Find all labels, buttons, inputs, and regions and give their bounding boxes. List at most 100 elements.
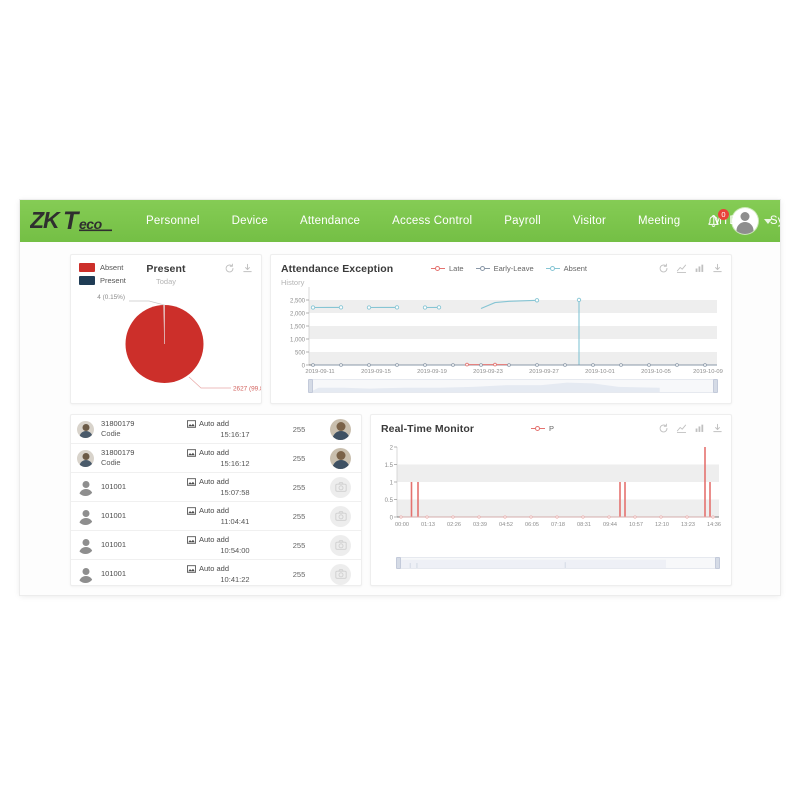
- row-capture-placeholder[interactable]: [330, 476, 351, 498]
- photo-icon: [187, 564, 196, 573]
- table-row[interactable]: 101001 Auto add 10:54:00 255: [71, 531, 361, 560]
- row-value: 255: [292, 424, 306, 434]
- photo-icon: [187, 535, 196, 544]
- pie-svg: 4 (0.15%) 2627 (99.85%): [97, 294, 261, 393]
- bar-chart-icon[interactable]: [694, 423, 705, 434]
- svg-text:500: 500: [295, 351, 306, 357]
- svg-text:2019-10-09: 2019-10-09: [693, 369, 723, 375]
- row-time: 11:04:41: [220, 517, 250, 526]
- nav-item-attendance[interactable]: Attendance: [284, 200, 376, 242]
- monitor-datazoom-slider[interactable]: [396, 557, 720, 569]
- row-thumb-cell: [323, 418, 355, 440]
- datazoom-handle-left[interactable]: [396, 557, 401, 569]
- legend-marker-absent: [545, 265, 560, 273]
- row-employee-id: 31800179: [101, 448, 135, 457]
- camera-icon: [334, 569, 347, 579]
- monitor-header: Real-Time Monitor P: [381, 423, 723, 439]
- row-time: 10:41:22: [220, 575, 250, 584]
- avatar: [77, 566, 94, 583]
- user-avatar[interactable]: [732, 208, 758, 234]
- row-event: Auto add 10:54:00: [187, 534, 275, 556]
- real-time-monitor-card: Real-Time Monitor P 0 0.5 1 1.5 2 00:00 …: [370, 414, 732, 586]
- nav-item-meeting[interactable]: Meeting: [622, 200, 696, 242]
- zkteco-logo[interactable]: ZK T eco: [30, 206, 122, 236]
- table-row[interactable]: 101001 Auto add 10:41:22 255: [71, 560, 361, 585]
- monitor-toolbar: [658, 423, 723, 434]
- svg-text:1,500: 1,500: [290, 325, 306, 331]
- nav-item-visitor[interactable]: Visitor: [557, 200, 622, 242]
- datazoom-preview: [310, 382, 660, 392]
- svg-text:1,000: 1,000: [290, 338, 306, 344]
- row-capture-thumbnail[interactable]: [330, 447, 351, 469]
- nav-item-personnel[interactable]: Personnel: [130, 200, 216, 242]
- datazoom-preview: [398, 559, 667, 568]
- avatar: [77, 449, 94, 467]
- avatar: [77, 420, 94, 438]
- camera-icon: [334, 540, 347, 550]
- row-capture-placeholder[interactable]: [330, 563, 351, 585]
- avatar-body-shape: [736, 222, 754, 234]
- svg-text:09:44: 09:44: [603, 522, 617, 528]
- present-toolbar: [224, 263, 253, 274]
- legend-item-early-leave[interactable]: Early-Leave: [475, 264, 534, 273]
- exception-chart-svg: 0 500 1,000 1,500 2,000 2,500 2019-09-11…: [290, 287, 723, 375]
- notifications-button[interactable]: 0: [706, 209, 729, 232]
- row-employee-id: 101001: [101, 511, 127, 520]
- row-thumb-cell: [323, 563, 355, 585]
- refresh-icon[interactable]: [224, 263, 235, 274]
- exception-datazoom-slider[interactable]: [308, 379, 718, 393]
- photo-icon: [187, 448, 196, 457]
- svg-text:2,000: 2,000: [290, 312, 306, 318]
- row-value: 255: [292, 540, 306, 550]
- photo-icon: [187, 506, 196, 515]
- legend-item-late[interactable]: Late: [431, 264, 464, 273]
- datazoom-handle-right[interactable]: [713, 379, 718, 393]
- row-time: 15:07:58: [220, 488, 250, 497]
- bar-chart-icon[interactable]: [694, 263, 705, 274]
- events-list[interactable]: 31800179 Codie Auto add 15:16:17 255 318…: [71, 415, 361, 585]
- table-row[interactable]: 31800179 Codie Auto add 15:1: [71, 415, 361, 444]
- header-actions: 0: [706, 200, 772, 242]
- line-chart-icon[interactable]: [676, 263, 687, 274]
- table-row[interactable]: 31800179 Codie Auto add 15:1: [71, 444, 361, 473]
- pie-label-big-text: 2627 (99.85%): [233, 386, 261, 393]
- photo-icon: [187, 477, 196, 486]
- svg-text:12:10: 12:10: [655, 522, 669, 528]
- row-thumb-cell: [323, 447, 355, 469]
- legend-marker-p: [531, 425, 545, 433]
- main-navigation: Personnel Device Attendance Access Contr…: [130, 200, 780, 242]
- exception-header: Attendance Exception History Late Early-…: [281, 263, 723, 287]
- svg-text:0: 0: [390, 516, 394, 522]
- download-icon[interactable]: [242, 263, 253, 274]
- present-card: Absent Present Present Today 4 (0.15%) 2…: [70, 254, 262, 404]
- svg-text:00:00: 00:00: [395, 522, 409, 528]
- datazoom-handle-right[interactable]: [715, 557, 720, 569]
- chevron-down-icon[interactable]: [764, 218, 772, 224]
- nav-item-access-control[interactable]: Access Control: [376, 200, 488, 242]
- row-event-label: Auto add: [199, 506, 230, 515]
- svg-text:10:57: 10:57: [629, 522, 643, 528]
- refresh-icon[interactable]: [658, 263, 669, 274]
- line-chart-icon[interactable]: [676, 423, 687, 434]
- refresh-icon[interactable]: [658, 423, 669, 434]
- row-identity: 31800179 Codie: [101, 448, 187, 468]
- row-employee-name: Codie: [101, 429, 121, 438]
- monitor-legend: P: [531, 424, 554, 433]
- realtime-events-list-card[interactable]: 31800179 Codie Auto add 15:16:17 255 318…: [70, 414, 362, 586]
- row-event-label: Auto add: [199, 448, 230, 457]
- table-row[interactable]: 101001 Auto add 11:04:41 255: [71, 502, 361, 531]
- datazoom-handle-left[interactable]: [308, 379, 313, 393]
- download-icon[interactable]: [712, 263, 723, 274]
- svg-text:04:52: 04:52: [499, 522, 513, 528]
- legend-item-absent[interactable]: Absent: [545, 264, 587, 273]
- nav-item-payroll[interactable]: Payroll: [488, 200, 557, 242]
- pie-label-small-text: 4 (0.15%): [97, 294, 125, 301]
- row-capture-placeholder[interactable]: [330, 505, 351, 527]
- row-capture-thumbnail[interactable]: [330, 418, 351, 440]
- nav-item-device[interactable]: Device: [216, 200, 284, 242]
- svg-text:2019-09-11: 2019-09-11: [305, 369, 334, 375]
- table-row[interactable]: 101001 Auto add 15:07:58 255: [71, 473, 361, 502]
- row-capture-placeholder[interactable]: [330, 534, 351, 556]
- avatar: [77, 479, 94, 496]
- download-icon[interactable]: [712, 423, 723, 434]
